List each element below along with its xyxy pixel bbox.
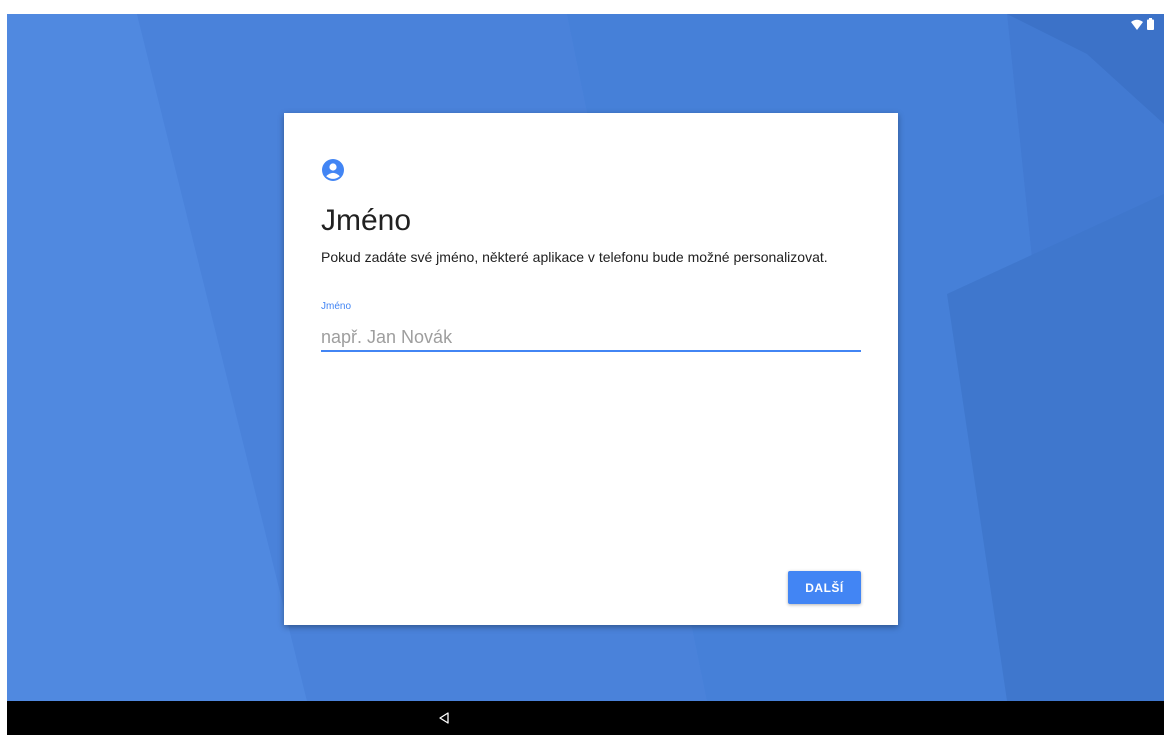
setup-card: Jméno Pokud zadáte své jméno, některé ap… xyxy=(284,113,898,625)
next-button[interactable]: DALŠÍ xyxy=(788,571,861,604)
navigation-bar xyxy=(7,701,1164,735)
page-title: Jméno xyxy=(321,204,412,237)
account-circle-icon xyxy=(321,158,345,182)
wifi-icon xyxy=(1131,19,1143,30)
battery-icon xyxy=(1147,18,1154,30)
name-field-label: Jméno xyxy=(321,301,352,312)
back-icon[interactable] xyxy=(437,711,451,725)
name-input[interactable] xyxy=(321,324,861,352)
status-bar xyxy=(1131,16,1154,32)
page-description: Pokud zadáte své jméno, některé aplikace… xyxy=(321,249,828,265)
device-screen: Jméno Pokud zadáte své jméno, některé ap… xyxy=(7,14,1164,735)
